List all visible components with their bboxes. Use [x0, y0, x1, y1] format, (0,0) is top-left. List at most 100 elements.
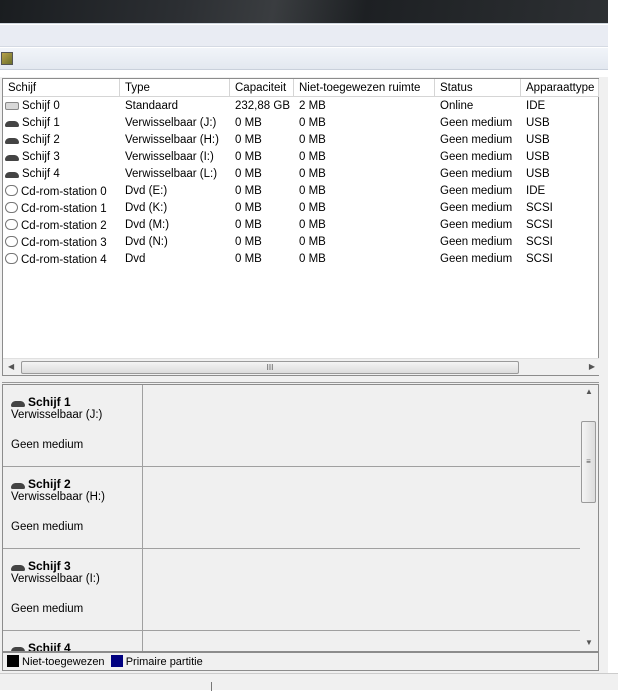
- horizontal-scrollbar[interactable]: ◀ III ▶: [3, 358, 599, 375]
- cell-capaciteit: 0 MB: [235, 117, 262, 129]
- cell-text: SCSI: [526, 219, 553, 231]
- table-row[interactable]: Cd-rom-station 0 Dvd (E:) 0 MB 0 MB Geen med…: [3, 183, 599, 200]
- table-row[interactable]: Cd-rom-station 3 Dvd (N:) 0 MB 0 MB Geen med…: [3, 234, 599, 251]
- pane-splitter[interactable]: [2, 378, 599, 383]
- legend-label: Niet-toegewezen: [22, 656, 105, 668]
- disk-block[interactable]: Schijf 2 Verwisselbaar (H:) Geen medium: [3, 467, 581, 549]
- vertical-scroll-thumb[interactable]: ≡: [581, 421, 596, 503]
- table-row[interactable]: Schijf 3 Verwisselbaar (I:) 0 MB 0 MB Geen m…: [3, 149, 599, 166]
- disk-block[interactable]: Schijf 1 Verwisselbaar (J:) Geen medium: [3, 385, 581, 467]
- scroll-left-icon[interactable]: ◀: [8, 362, 14, 371]
- column-header-schijf[interactable]: Schijf: [3, 79, 120, 97]
- cell-apparaattype: USB: [526, 151, 550, 163]
- cell-text: Cd-rom-station 4: [21, 254, 107, 266]
- cell-apparaattype: SCSI: [526, 219, 553, 231]
- cell-text: Dvd (E:): [125, 185, 168, 197]
- cell-text: USB: [526, 151, 550, 163]
- cell-text: Verwisselbaar (I:): [125, 151, 214, 163]
- cell-text: SCSI: [526, 236, 553, 248]
- cell-text: 0 MB: [299, 236, 326, 248]
- cdrom-icon: [5, 219, 18, 230]
- column-header-type[interactable]: Type: [120, 79, 230, 97]
- disk-block[interactable]: Schijf 3 Verwisselbaar (I:) Geen medium: [3, 549, 581, 631]
- cell-capaciteit: 0 MB: [235, 236, 262, 248]
- cell-text: Standaard: [125, 100, 179, 112]
- cell-text: 2 MB: [299, 100, 326, 112]
- cell-schijf: Schijf 1: [5, 117, 60, 129]
- scroll-right-icon[interactable]: ▶: [589, 362, 595, 371]
- table-row[interactable]: Schijf 4 Verwisselbaar (L:) 0 MB 0 MB Geen m…: [3, 166, 599, 183]
- table-row[interactable]: Cd-rom-station 1 Dvd (K:) 0 MB 0 MB Geen med…: [3, 200, 599, 217]
- toolbar: [0, 48, 608, 70]
- cdrom-icon: [5, 185, 18, 196]
- table-row[interactable]: Schijf 1 Verwisselbaar (J:) 0 MB 0 MB Geen m…: [3, 115, 599, 132]
- cell-niet-toegewezen: 0 MB: [299, 117, 326, 129]
- legend-swatch: [7, 655, 19, 667]
- cell-status: Geen medium: [440, 185, 512, 197]
- cell-apparaattype: USB: [526, 134, 550, 146]
- cell-apparaattype: IDE: [526, 185, 545, 197]
- cell-niet-toegewezen: 0 MB: [299, 185, 326, 197]
- cell-text: SCSI: [526, 253, 553, 265]
- cell-type: Verwisselbaar (J:): [125, 117, 216, 129]
- disk-name-text: Schijf 3: [28, 559, 71, 573]
- cell-apparaattype: SCSI: [526, 253, 553, 265]
- cell-capaciteit: 0 MB: [235, 185, 262, 197]
- cell-apparaattype: IDE: [526, 100, 545, 112]
- disk-icon: [5, 172, 19, 178]
- cell-apparaattype: USB: [526, 168, 550, 180]
- column-header-niet-toegewezen[interactable]: Niet-toegewezen ruimte: [294, 79, 435, 97]
- disk-management-icon[interactable]: [1, 52, 13, 65]
- disk-name: Schijf 1: [11, 395, 134, 409]
- cell-text: Geen medium: [440, 236, 513, 248]
- cell-apparaattype: SCSI: [526, 236, 553, 248]
- table-row[interactable]: Schijf 2 Verwisselbaar (H:) 0 MB 0 MB Geen m…: [3, 132, 599, 149]
- cell-text: 0 MB: [235, 185, 262, 197]
- cell-text: Schijf 0: [22, 100, 60, 112]
- legend-item-unallocated: Niet-toegewezen: [7, 655, 105, 668]
- cell-status: Geen medium: [440, 168, 512, 180]
- cell-text: Verwisselbaar (H:): [125, 134, 219, 146]
- volume-list: Schijf Type Capaciteit Niet-toegewezen ruim…: [2, 78, 599, 376]
- cell-text: 0 MB: [299, 151, 326, 163]
- horizontal-scroll-thumb[interactable]: III: [21, 361, 519, 374]
- disk-label[interactable]: Schijf 1 Verwisselbaar (J:) Geen medium: [3, 385, 143, 467]
- column-header-capaciteit[interactable]: Capaciteit: [230, 79, 294, 97]
- table-row[interactable]: Cd-rom-station 4 Dvd 0 MB 0 MB Geen medium SC…: [3, 251, 599, 268]
- cell-schijf: Cd-rom-station 1: [5, 202, 107, 215]
- table-row[interactable]: Cd-rom-station 2 Dvd (M:) 0 MB 0 MB Geen med…: [3, 217, 599, 234]
- table-row[interactable]: Schijf 0 Standaard 232,88 GB 2 MB Online IDE: [3, 98, 599, 115]
- cell-text: 232,88 GB: [235, 100, 290, 112]
- disk-label[interactable]: Schijf 2 Verwisselbaar (H:) Geen medium: [3, 467, 143, 549]
- cell-status: Geen medium: [440, 134, 512, 146]
- cell-type: Dvd (E:): [125, 185, 167, 197]
- column-header-status[interactable]: Status: [435, 79, 521, 97]
- cell-text: 0 MB: [235, 168, 262, 180]
- cell-text: Geen medium: [440, 151, 513, 163]
- cell-text: IDE: [526, 100, 546, 112]
- scroll-down-icon[interactable]: ▼: [585, 638, 593, 647]
- cell-text: 0 MB: [299, 117, 326, 129]
- cell-text: Online: [440, 100, 474, 112]
- cell-status: Online: [440, 100, 473, 112]
- vertical-scrollbar[interactable]: ▲ ≡ ▼: [580, 385, 598, 651]
- scroll-up-icon[interactable]: ▲: [585, 387, 593, 396]
- cell-capaciteit: 0 MB: [235, 219, 262, 231]
- cell-text: 0 MB: [235, 253, 262, 265]
- cell-text: 0 MB: [235, 134, 262, 146]
- cell-text: 0 MB: [299, 202, 326, 214]
- menu-bar: [0, 25, 608, 47]
- cell-niet-toegewezen: 2 MB: [299, 100, 326, 112]
- disk-icon: [5, 155, 19, 161]
- column-header-apparaattype[interactable]: Apparaattype: [521, 79, 599, 97]
- cell-text: Verwisselbaar (J:): [125, 117, 217, 129]
- cell-text: Schijf 4: [22, 168, 60, 180]
- disk-label[interactable]: Schijf 3 Verwisselbaar (I:) Geen medium: [3, 549, 143, 631]
- cell-schijf: Schijf 4: [5, 168, 60, 180]
- disk-block[interactable]: Schijf 4: [3, 631, 581, 651]
- disk-label[interactable]: Schijf 4: [3, 631, 143, 651]
- cell-text: Dvd (K:): [125, 202, 168, 214]
- cell-status: Geen medium: [440, 219, 512, 231]
- title-bar: [0, 0, 608, 24]
- cell-niet-toegewezen: 0 MB: [299, 134, 326, 146]
